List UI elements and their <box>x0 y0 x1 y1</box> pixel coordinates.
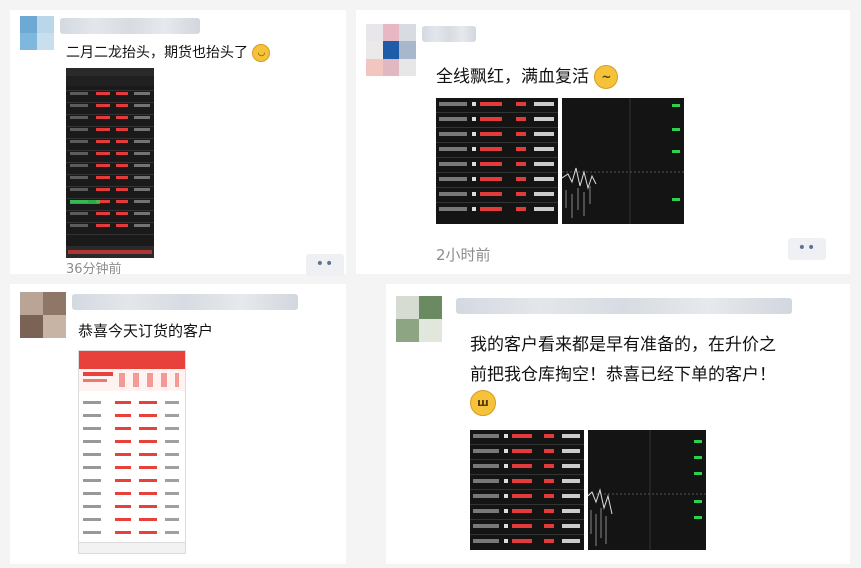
post-image-chart[interactable] <box>562 98 684 224</box>
post-time: 36分钟前 <box>66 262 122 277</box>
smile-emoji-icon: ◡ <box>252 44 271 62</box>
username-blurred[interactable] <box>60 18 200 34</box>
avatar[interactable] <box>20 292 66 338</box>
post-time: 2小时前 <box>436 246 491 264</box>
post-text: 恭喜今天订货的客户 <box>78 322 214 340</box>
post-image-chart[interactable] <box>588 430 706 550</box>
post-text-line-2: 前把我仓库掏空！恭喜已经下单的客户！ <box>470 365 776 385</box>
thinking-emoji-icon: ~ <box>594 65 619 89</box>
more-button[interactable]: •• <box>306 254 344 276</box>
avatar[interactable] <box>396 296 442 342</box>
post-card-1: 二月二龙抬头，期货也抬头了 ◡ 36分钟前 •• <box>10 10 346 277</box>
post-card-2: 全线飘红，满血复活 ~ 2小时前 •• <box>356 10 850 274</box>
post-text: 全线飘红，满血复活 ~ <box>436 62 619 89</box>
price-chart <box>562 98 684 224</box>
more-button[interactable]: •• <box>788 238 826 260</box>
price-chart <box>588 430 706 550</box>
post-image-quotes[interactable] <box>436 98 558 224</box>
username-blurred[interactable] <box>456 298 792 314</box>
post-image-app[interactable] <box>78 350 186 554</box>
username-blurred[interactable] <box>422 26 476 42</box>
post-card-3: 恭喜今天订货的客户 <box>10 284 346 564</box>
post-card-4: 我的客户看来都是早有准备的，在升价之 前把我仓库掏空！恭喜已经下单的客户！ ш <box>386 284 850 564</box>
username-blurred[interactable] <box>72 294 298 310</box>
post-image[interactable] <box>66 68 154 258</box>
avatar[interactable] <box>20 16 54 50</box>
post-image-quotes[interactable] <box>470 430 584 550</box>
avatar[interactable] <box>366 24 416 76</box>
grin-emoji-icon: ш <box>470 390 496 416</box>
post-text-line-1: 我的客户看来都是早有准备的，在升价之 <box>470 335 776 355</box>
post-text: 二月二龙抬头，期货也抬头了 ◡ <box>66 42 271 62</box>
